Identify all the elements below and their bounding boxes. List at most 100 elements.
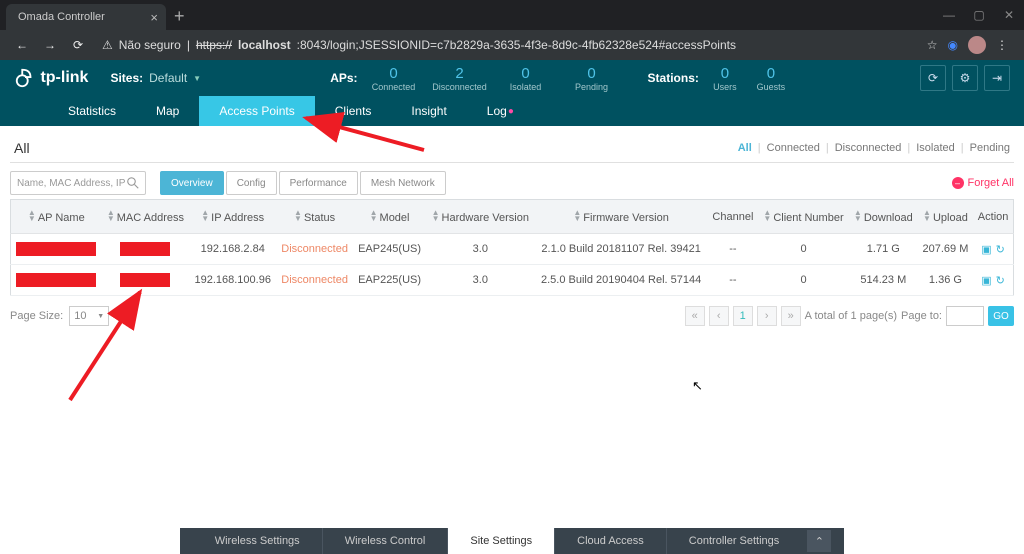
status-filter: All| Connected| Disconnected| Isolated| … [738, 142, 1010, 154]
insecure-label: Não seguro [119, 38, 181, 52]
url-host: localhost [238, 38, 291, 52]
col-fw[interactable]: ▲▼Firmware Version [535, 200, 708, 234]
nav-map[interactable]: Map [136, 96, 199, 126]
filter-connected[interactable]: Connected [767, 142, 820, 154]
col-channel[interactable]: Channel [708, 200, 758, 234]
page-current[interactable]: 1 [733, 306, 753, 326]
view-config[interactable]: Config [226, 171, 277, 195]
filter-pending[interactable]: Pending [970, 142, 1010, 154]
col-ip[interactable]: ▲▼IP Address [189, 200, 276, 234]
maximize-button[interactable]: ▢ [964, 0, 994, 30]
filter-all[interactable]: All [738, 142, 752, 154]
stat-pending[interactable]: 0Pending [562, 65, 622, 92]
page-title: All [14, 140, 30, 156]
col-model[interactable]: ▲▼Model [353, 200, 426, 234]
filter-isolated[interactable]: Isolated [916, 142, 955, 154]
new-tab-button[interactable]: + [174, 6, 185, 27]
pagination: Page Size: 10▼ « ‹ 1 › » A total of 1 pa… [10, 306, 1014, 326]
close-window-button[interactable]: ✕ [994, 0, 1024, 30]
extension-icon[interactable]: ◉ [948, 38, 958, 52]
page-to-label: Page to: [901, 310, 942, 322]
stat-users[interactable]: 0Users [705, 65, 745, 92]
profile-avatar[interactable] [968, 36, 986, 54]
footer-controller-settings[interactable]: Controller Settings [667, 528, 802, 554]
cell-ip: 192.168.100.96 [189, 265, 276, 296]
nav-clients[interactable]: Clients [315, 96, 392, 126]
page-next[interactable]: › [757, 306, 777, 326]
main-nav: Statistics Map Access Points Clients Ins… [0, 96, 1024, 126]
stat-isolated[interactable]: 0Isolated [496, 65, 556, 92]
forget-all-button[interactable]: – Forget All [952, 177, 1014, 189]
search-input[interactable]: Name, MAC Address, IP [10, 171, 146, 195]
browser-tab[interactable]: Omada Controller × [6, 4, 166, 30]
footer-wireless-control[interactable]: Wireless Control [323, 528, 449, 554]
stat-connected[interactable]: 0Connected [364, 65, 424, 92]
locate-icon[interactable]: ▣ [981, 243, 991, 256]
footer-wireless-settings[interactable]: Wireless Settings [193, 528, 323, 554]
url-field[interactable]: ⚠ Não seguro | https://localhost:8043/lo… [102, 38, 927, 52]
nav-log[interactable]: Log● [467, 96, 534, 126]
col-upload[interactable]: ▲▼Upload [918, 200, 973, 234]
footer-cloud-access[interactable]: Cloud Access [555, 528, 667, 554]
col-action: Action [973, 200, 1013, 234]
stat-disconnected[interactable]: 2Disconnected [430, 65, 490, 92]
col-status[interactable]: ▲▼Status [276, 200, 353, 234]
page-prev[interactable]: ‹ [709, 306, 729, 326]
window-controls: — ▢ ✕ [934, 0, 1024, 30]
page-go-button[interactable]: GO [988, 306, 1014, 326]
col-hw[interactable]: ▲▼Hardware Version [426, 200, 534, 234]
tab-title: Omada Controller [18, 11, 105, 23]
cell-clients: 0 [758, 265, 849, 296]
nav-statistics[interactable]: Statistics [48, 96, 136, 126]
page-last[interactable]: » [781, 306, 801, 326]
nav-access-points[interactable]: Access Points [199, 96, 314, 126]
reboot-icon[interactable]: ↻ [996, 243, 1005, 256]
url-rest: :8043/login;JSESSIONID=c7b2829a-3635-4f3… [297, 38, 736, 52]
filter-disconnected[interactable]: Disconnected [835, 142, 902, 154]
footer-collapse-button[interactable]: ⌃ [807, 530, 831, 552]
browser-menu-icon[interactable]: ⋮ [996, 38, 1008, 52]
cell-ip: 192.168.2.84 [189, 234, 276, 265]
app-header: tp-link Sites: Default ▼ APs: 0Connected… [0, 60, 1024, 96]
view-overview[interactable]: Overview [160, 171, 224, 195]
nav-insight[interactable]: Insight [391, 96, 466, 126]
cell-download: 514.23 M [849, 265, 918, 296]
cell-channel: -- [708, 234, 758, 265]
stat-guests[interactable]: 0Guests [751, 65, 791, 92]
col-mac[interactable]: ▲▼MAC Address [102, 200, 190, 234]
site-selector[interactable]: Sites: Default ▼ [110, 71, 201, 85]
minimize-button[interactable]: — [934, 0, 964, 30]
cell-clients: 0 [758, 234, 849, 265]
cursor-icon: ↖ [692, 378, 703, 394]
url-proto: https:// [196, 38, 232, 52]
view-performance[interactable]: Performance [279, 171, 358, 195]
back-button[interactable]: ← [12, 35, 32, 55]
address-bar: ← → ⟳ ⚠ Não seguro | https://localhost:8… [0, 30, 1024, 60]
bookmark-icon[interactable]: ☆ [927, 38, 938, 52]
redacted-name [16, 242, 96, 256]
col-clients[interactable]: ▲▼Client Number [758, 200, 849, 234]
page-first[interactable]: « [685, 306, 705, 326]
forget-icon: – [952, 177, 964, 189]
footer-site-settings[interactable]: Site Settings [448, 528, 555, 554]
view-mesh[interactable]: Mesh Network [360, 171, 446, 195]
cell-hw: 3.0 [426, 265, 534, 296]
locate-icon[interactable]: ▣ [981, 274, 991, 287]
table-row[interactable]: 192.168.2.84 Disconnected EAP245(US) 3.0… [11, 234, 1014, 265]
logout-button[interactable]: ⇥ [984, 65, 1010, 91]
sites-value: Default [149, 71, 187, 85]
settings-button[interactable]: ⚙ [952, 65, 978, 91]
refresh-button[interactable]: ⟳ [920, 65, 946, 91]
close-tab-icon[interactable]: × [150, 10, 158, 25]
sites-label: Sites: [110, 71, 143, 85]
reboot-icon[interactable]: ↻ [996, 274, 1005, 287]
stations-label: Stations: [648, 71, 699, 85]
search-icon [127, 177, 139, 189]
forward-button[interactable]: → [40, 35, 60, 55]
col-download[interactable]: ▲▼Download [849, 200, 918, 234]
page-to-input[interactable] [946, 306, 984, 326]
col-apname[interactable]: ▲▼AP Name [11, 200, 102, 234]
page-size-select[interactable]: 10▼ [69, 306, 109, 326]
reload-button[interactable]: ⟳ [68, 35, 88, 55]
table-row[interactable]: 192.168.100.96 Disconnected EAP225(US) 3… [11, 265, 1014, 296]
